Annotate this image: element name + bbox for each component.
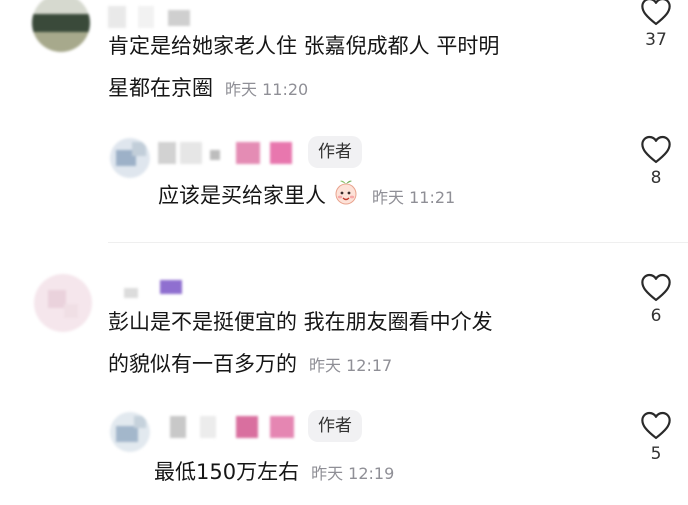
- peach-face-emoji: [332, 178, 360, 215]
- avatar[interactable]: [110, 138, 150, 178]
- reply-timestamp: 昨天 12:19: [311, 464, 395, 483]
- reply-timestamp: 昨天 11:21: [372, 187, 456, 207]
- reply-text: 最低150万左右 昨天 12:19: [154, 456, 394, 490]
- author-tag: 作者: [308, 410, 362, 442]
- comment-text-line1: 肯定是给她家老人住 张嘉倪成都人 平时明: [108, 34, 500, 58]
- like-count: 5: [650, 444, 662, 464]
- username-blurred[interactable]: [108, 6, 190, 28]
- heart-outline-icon: [641, 273, 671, 302]
- comment-text-line2: 的貌似有一百多万的: [108, 352, 297, 376]
- username-blurred[interactable]: [124, 278, 194, 300]
- comment-text-cont: 的貌似有一百多万的 昨天 12:17: [108, 348, 392, 382]
- comment-timestamp: 昨天 12:17: [309, 356, 393, 375]
- username-blurred[interactable]: [158, 142, 298, 164]
- heart-outline-icon: [641, 0, 671, 26]
- reply-item: 作者 最低150万左右 昨天 12:19 5: [0, 404, 688, 504]
- author-tag: 作者: [308, 136, 362, 168]
- like-button[interactable]: 6: [634, 272, 678, 326]
- like-count: 8: [650, 168, 662, 188]
- comment-text: 彭山是不是挺便宜的 我在朋友圈看中介发: [108, 306, 493, 338]
- avatar[interactable]: [34, 274, 92, 332]
- like-count: 37: [645, 30, 667, 50]
- comment-text-line1: 彭山是不是挺便宜的 我在朋友圈看中介发: [108, 310, 493, 334]
- reply-text-content: 最低150万左右: [154, 460, 300, 484]
- comment-timestamp: 昨天 11:20: [225, 80, 309, 99]
- username-blurred[interactable]: [170, 416, 300, 438]
- comment-item: 彭山是不是挺便宜的 我在朋友圈看中介发 的貌似有一百多万的 昨天 12:17 6: [0, 268, 688, 388]
- like-count: 6: [650, 306, 662, 326]
- avatar[interactable]: [32, 0, 90, 52]
- comment-item: 肯定是给她家老人住 张嘉倪成都人 平时明 星都在京圈 昨天 11:20 37: [0, 0, 688, 110]
- comment-text-line2: 星都在京圈: [108, 76, 213, 100]
- reply-text: 应该是买给家里人 昨天 11:21: [158, 178, 455, 215]
- reply-item: 作者 应该是买给家里人 昨天 11:21 8: [0, 130, 688, 230]
- heart-outline-icon: [641, 411, 671, 440]
- avatar[interactable]: [110, 412, 150, 452]
- comment-text-cont: 星都在京圈 昨天 11:20: [108, 72, 308, 106]
- like-button[interactable]: 37: [634, 0, 678, 50]
- comment-text: 肯定是给她家老人住 张嘉倪成都人 平时明: [108, 30, 499, 62]
- like-button[interactable]: 8: [634, 134, 678, 188]
- reply-text-content: 应该是买给家里人: [158, 183, 326, 208]
- like-button[interactable]: 5: [634, 410, 678, 464]
- divider: [108, 242, 688, 243]
- heart-outline-icon: [641, 135, 671, 164]
